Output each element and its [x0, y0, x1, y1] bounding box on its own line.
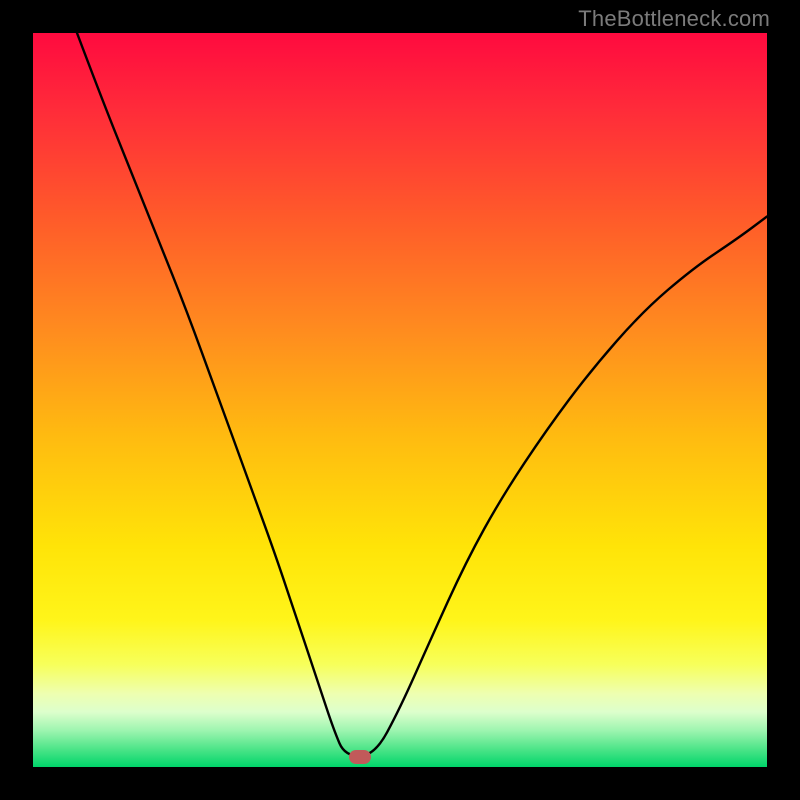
optimum-marker	[349, 750, 371, 764]
watermark-text: TheBottleneck.com	[578, 6, 770, 32]
chart-frame: TheBottleneck.com	[0, 0, 800, 800]
plot-area	[33, 33, 767, 767]
bottleneck-curve	[33, 33, 767, 767]
